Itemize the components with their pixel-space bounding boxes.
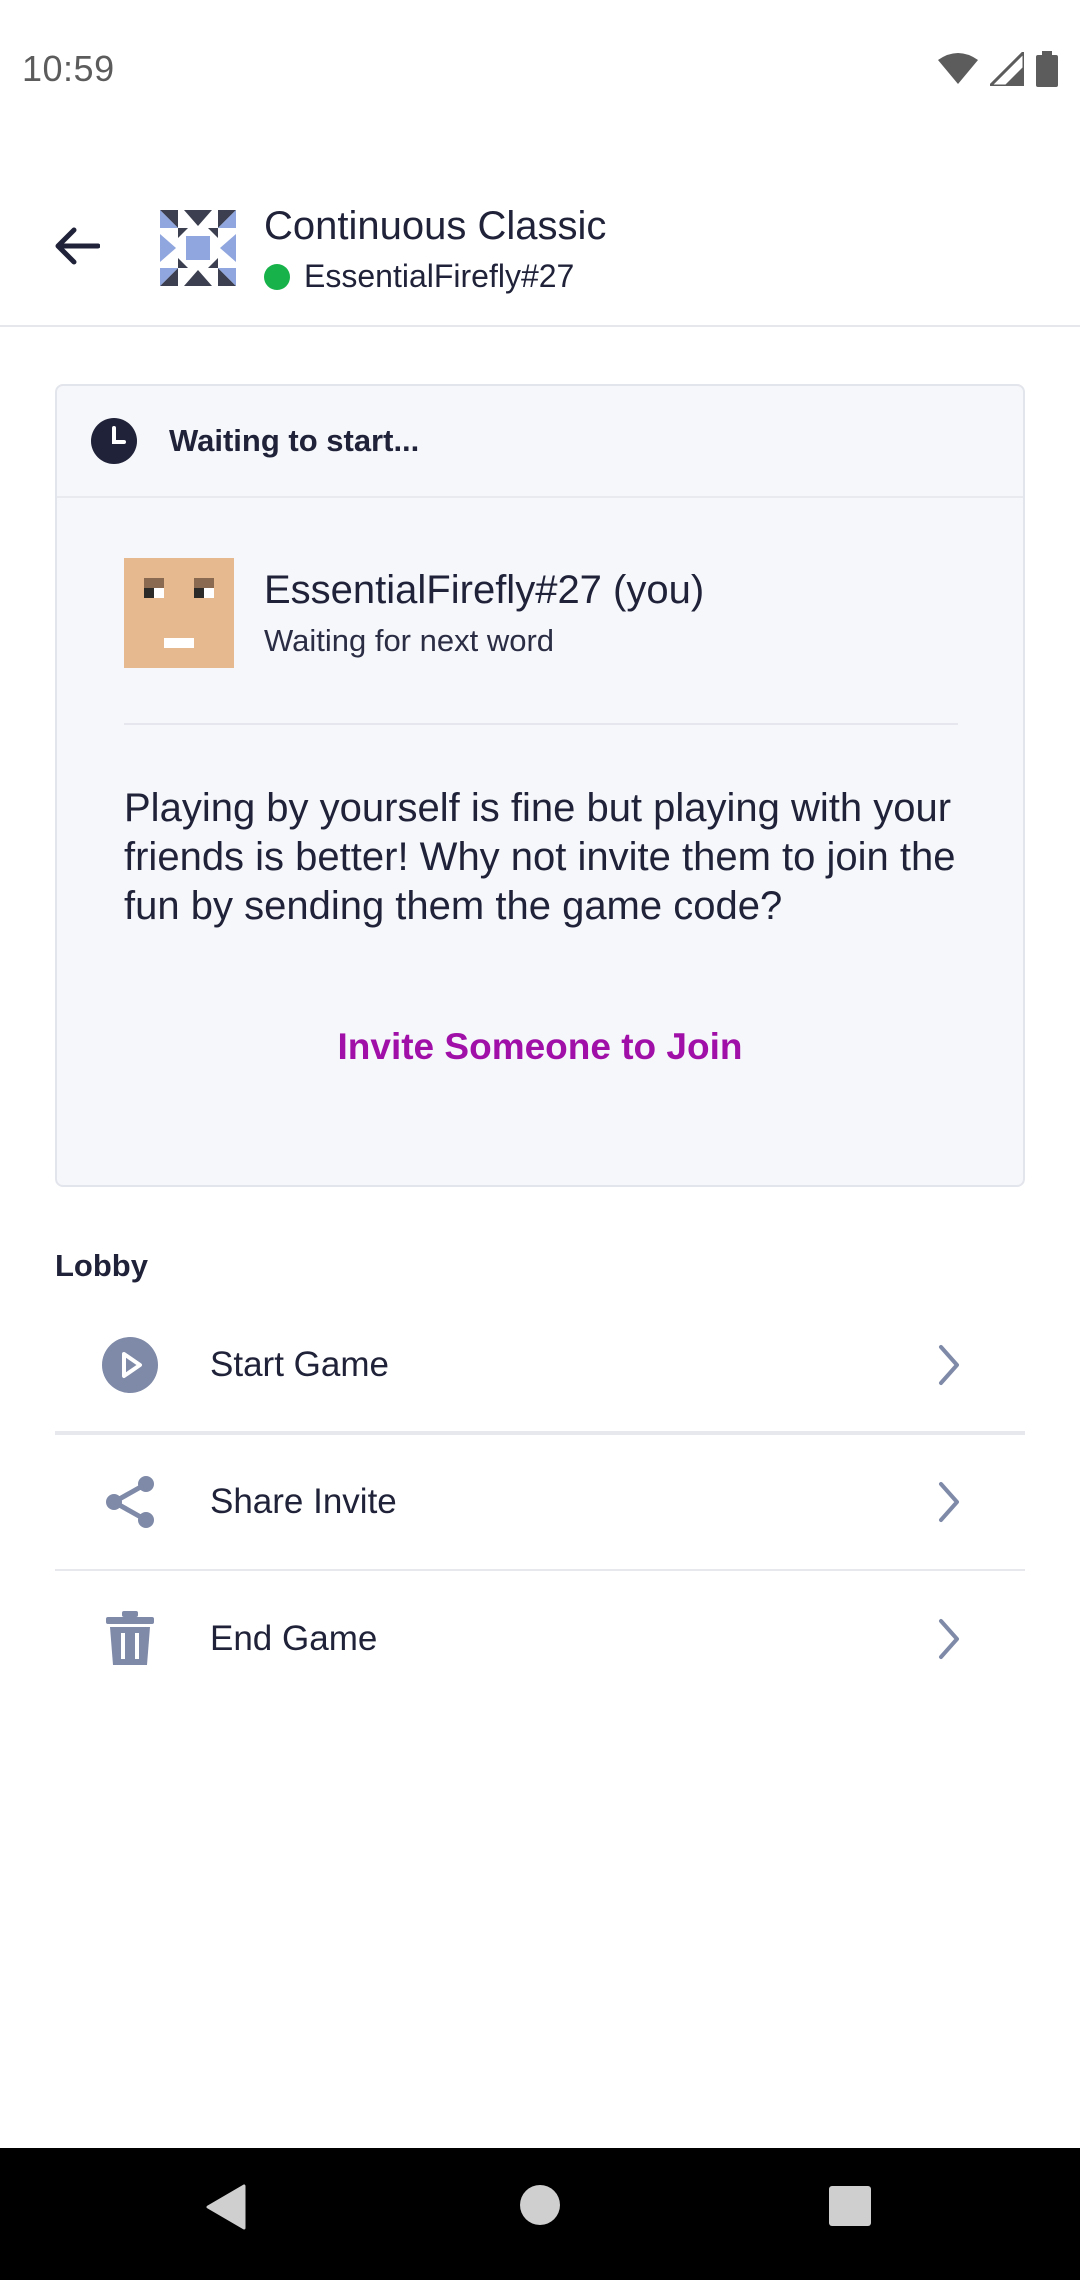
- lobby-heading: Lobby: [55, 1248, 148, 1283]
- header-username: EssentialFirefly#27: [304, 258, 575, 294]
- game-title: Continuous Classic: [264, 204, 607, 248]
- header-username-row: EssentialFirefly#27: [264, 258, 574, 295]
- back-button[interactable]: [44, 218, 108, 274]
- chevron-right-icon: [939, 1619, 959, 1659]
- status-icons: [938, 51, 1058, 87]
- share-icon: [100, 1472, 160, 1532]
- lobby-item-label: Share Invite: [210, 1482, 397, 1521]
- wifi-icon: [938, 53, 978, 84]
- card-header: Waiting to start...: [57, 386, 1023, 498]
- home-nav-icon[interactable]: [519, 2184, 561, 2226]
- lobby-item-label: Start Game: [210, 1345, 389, 1384]
- player-info: EssentialFirefly#27 (you) Waiting for ne…: [264, 568, 704, 659]
- share-invite-button[interactable]: Share Invite: [55, 1435, 1025, 1571]
- clock-icon: [91, 418, 137, 464]
- card-divider: [124, 723, 958, 725]
- trash-icon: [100, 1609, 160, 1669]
- system-nav-bar: [0, 2148, 1080, 2280]
- player-row: EssentialFirefly#27 (you) Waiting for ne…: [124, 558, 704, 668]
- back-nav-icon[interactable]: [206, 2184, 246, 2230]
- lobby-list: Start Game Share Invite End Game: [55, 1299, 1025, 1707]
- online-status-dot: [264, 263, 290, 290]
- avatar: [124, 558, 234, 668]
- chevron-right-icon: [939, 1345, 959, 1385]
- invite-message: Playing by yourself is fine but playing …: [124, 786, 956, 928]
- player-status: Waiting for next word: [264, 622, 555, 658]
- start-game-button[interactable]: Start Game: [55, 1299, 1025, 1435]
- status-time: 10:59: [22, 48, 115, 89]
- arrow-left-icon: [55, 227, 100, 265]
- battery-icon: [1036, 51, 1058, 87]
- end-game-button[interactable]: End Game: [55, 1571, 1025, 1707]
- recents-nav-icon[interactable]: [829, 2186, 871, 2226]
- lobby-item-label: End Game: [210, 1619, 378, 1658]
- status-bar: 10:59: [0, 0, 1080, 138]
- play-icon: [100, 1335, 160, 1395]
- game-logo-icon: [160, 210, 236, 286]
- invite-someone-button[interactable]: Invite Someone to Join: [57, 1026, 1023, 1068]
- waiting-status-text: Waiting to start...: [169, 423, 420, 458]
- player-name: EssentialFirefly#27 (you): [264, 567, 705, 612]
- signal-icon: [990, 52, 1024, 86]
- app-header: Continuous Classic EssentialFirefly#27: [0, 170, 1080, 327]
- chevron-right-icon: [939, 1482, 959, 1522]
- game-status-card: Waiting to start... EssentialFirefly#27 …: [55, 384, 1025, 1187]
